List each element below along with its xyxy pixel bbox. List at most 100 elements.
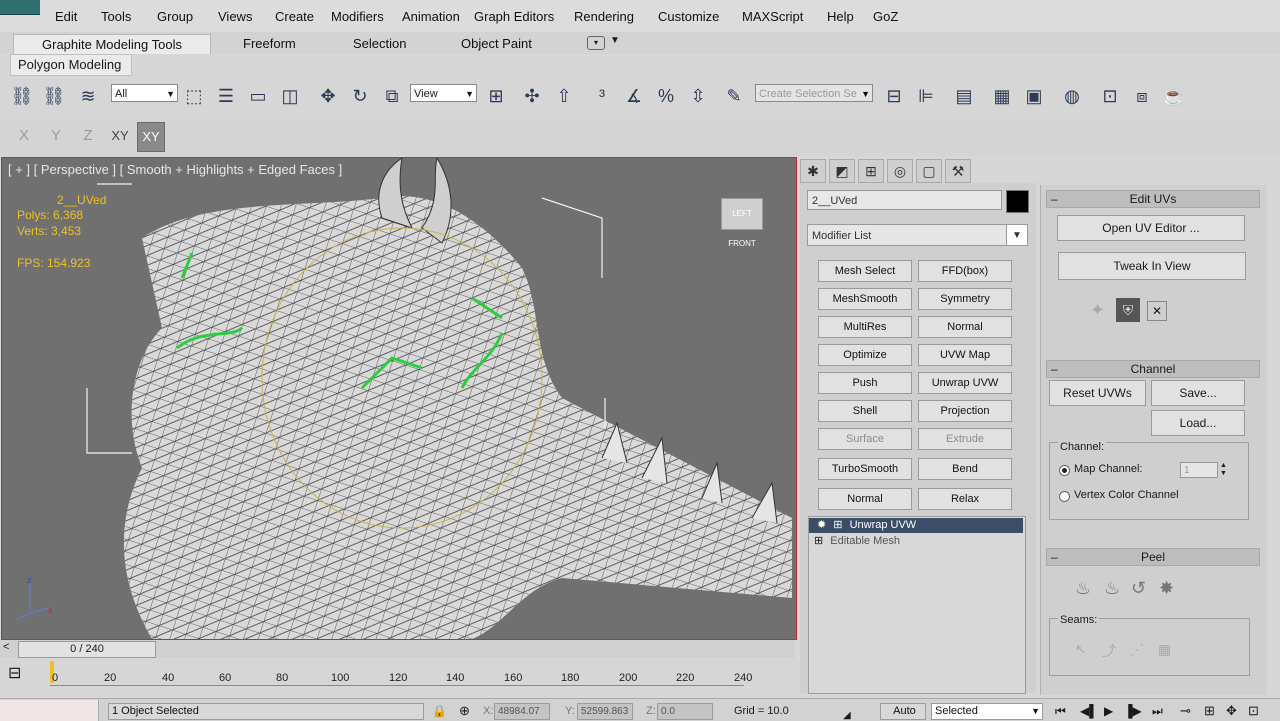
render-setup-icon[interactable]: ⊡ xyxy=(1098,84,1122,108)
align-icon[interactable]: ⊫ xyxy=(914,84,938,108)
mod-surface-button[interactable]: Surface xyxy=(818,428,912,450)
bind-space-warp-icon[interactable]: ≋ xyxy=(76,84,100,108)
stack-item-editable-mesh[interactable]: ⊞ Editable Mesh xyxy=(809,534,1023,549)
menu-maxscript[interactable]: MAXScript xyxy=(742,9,803,24)
selection-filter-dropdown[interactable]: All ▼ xyxy=(111,84,178,102)
peel-rollout-header[interactable]: – Peel xyxy=(1046,548,1260,566)
auto-key-button[interactable]: Auto xyxy=(880,703,926,720)
object-color-swatch[interactable] xyxy=(1006,190,1029,213)
seam-sel-icon[interactable]: ⋰ xyxy=(1130,641,1144,658)
spinner-arrows-icon[interactable]: ▲ ▼ xyxy=(1220,462,1227,478)
perspective-viewport[interactable]: z x [ + ] [ Perspective ] [ Smooth + Hig… xyxy=(1,157,797,640)
channel-rollout-header[interactable]: – Channel xyxy=(1046,360,1260,378)
mod-multires-button[interactable]: MultiRes xyxy=(818,316,912,338)
mod-mesh-select-button[interactable]: Mesh Select xyxy=(818,260,912,282)
keyboard-shortcut-icon[interactable]: ⇧ xyxy=(552,84,576,108)
x-coordinate-field[interactable]: 48984.07 xyxy=(494,703,550,720)
tab-object-paint[interactable]: Object Paint xyxy=(433,34,560,53)
mod-ffd-box-button[interactable]: FFD(box) xyxy=(918,260,1012,282)
mod-meshsmooth-button[interactable]: MeshSmooth xyxy=(818,288,912,310)
z-coordinate-field[interactable]: 0.0 xyxy=(657,703,713,720)
utilities-tab-icon[interactable]: ⚒ xyxy=(945,159,971,183)
motion-tab-icon[interactable]: ◎ xyxy=(887,159,913,183)
rendered-frame-icon[interactable]: ⧈ xyxy=(1130,84,1154,108)
reset-uvws-button[interactable]: Reset UVWs xyxy=(1049,380,1146,406)
mini-curve-editor-icon[interactable]: ⊟ xyxy=(8,663,21,683)
mod-normal-button[interactable]: Normal xyxy=(918,316,1012,338)
scale-icon[interactable]: ⧉ xyxy=(380,84,404,108)
spinner-snap-icon[interactable]: ⇳ xyxy=(686,84,710,108)
peel-mode-icon[interactable]: ♨ xyxy=(1104,578,1120,599)
mod-relax-button[interactable]: Relax xyxy=(918,488,1012,510)
edge-sel-to-seam-icon[interactable]: ⤴ xyxy=(1102,641,1116,661)
orbit-icon[interactable]: ⊡ xyxy=(1248,703,1259,719)
close-icon[interactable]: ✕ xyxy=(1147,301,1167,321)
mod-bend-button[interactable]: Bend xyxy=(918,458,1012,480)
mod-normal-button-2[interactable]: Normal xyxy=(818,488,912,510)
select-object-icon[interactable]: ⬚ xyxy=(182,84,206,108)
schematic-view-icon[interactable]: ▣ xyxy=(1022,84,1046,108)
reference-coordinate-dropdown[interactable]: View ▼ xyxy=(410,84,477,102)
key-icon[interactable]: ◢ xyxy=(843,710,851,721)
lock-icon[interactable]: 🔒 xyxy=(432,704,447,718)
time-slider-thumb[interactable]: 0 / 240 xyxy=(18,641,156,658)
menu-edit[interactable]: Edit xyxy=(55,9,77,24)
viewport-label[interactable]: [ + ] [ Perspective ] [ Smooth + Highlig… xyxy=(8,162,342,177)
select-by-name-icon[interactable]: ☰ xyxy=(214,84,238,108)
layer-manager-icon[interactable]: ▤ xyxy=(952,84,976,108)
mod-optimize-button[interactable]: Optimize xyxy=(818,344,912,366)
lightbulb-icon[interactable]: ✹ xyxy=(817,519,826,531)
prev-frame-arrow-icon[interactable]: < xyxy=(3,641,9,653)
curve-editor-icon[interactable]: ▦ xyxy=(990,84,1014,108)
quick-peel-icon[interactable]: ♨ xyxy=(1075,578,1091,599)
y-coordinate-field[interactable]: 52599.863 xyxy=(577,703,633,720)
pivot-center-icon[interactable]: ⊞ xyxy=(484,84,508,108)
mod-projection-button[interactable]: Projection xyxy=(918,400,1012,422)
menu-group[interactable]: Group xyxy=(157,9,193,24)
load-button[interactable]: Load... xyxy=(1151,410,1245,436)
expand-icon[interactable]: ⊞ xyxy=(814,535,823,547)
menu-create[interactable]: Create xyxy=(275,9,314,24)
maxscript-listener[interactable] xyxy=(0,700,99,721)
open-uv-editor-button[interactable]: Open UV Editor ... xyxy=(1057,215,1245,241)
display-tab-icon[interactable]: ▢ xyxy=(916,159,942,183)
key-filter-dropdown[interactable]: Selected ▼ xyxy=(931,703,1043,720)
menu-rendering[interactable]: Rendering xyxy=(574,9,634,24)
zoom-extents-icon[interactable]: ⊞ xyxy=(1204,703,1215,719)
create-tab-icon[interactable]: ✱ xyxy=(800,159,826,183)
percent-snap-icon[interactable]: % xyxy=(654,84,678,108)
view-cube[interactable]: LEFT FRONT xyxy=(721,198,763,248)
undo-icon[interactable]: ⛓ xyxy=(10,84,34,108)
map-channel-spinner[interactable]: 1 xyxy=(1180,462,1218,478)
mirror-icon[interactable]: ⊟ xyxy=(882,84,906,108)
move-icon[interactable]: ✥ xyxy=(316,84,340,108)
modifier-list-dropdown[interactable]: Modifier List ▼ xyxy=(807,224,1028,246)
named-selection-sets-dropdown[interactable]: Create Selection Se ▼ xyxy=(755,84,873,102)
mod-extrude-button[interactable]: Extrude xyxy=(918,428,1012,450)
hierarchy-tab-icon[interactable]: ⊞ xyxy=(858,159,884,183)
play-icon[interactable]: ▶ xyxy=(1104,704,1113,718)
stack-item-unwrap-uvw[interactable]: ✹ ⊞ Unwrap UVW xyxy=(809,518,1023,533)
menu-views[interactable]: Views xyxy=(218,9,252,24)
window-crossing-icon[interactable]: ◫ xyxy=(278,84,302,108)
tab-graphite-modeling-tools[interactable]: Graphite Modeling Tools xyxy=(13,34,211,54)
previous-frame-icon[interactable]: ◀▌ xyxy=(1080,704,1098,718)
tweak-in-view-button[interactable]: Tweak In View xyxy=(1058,252,1246,280)
rotate-icon[interactable]: ↻ xyxy=(348,84,372,108)
pins-icon[interactable]: ✸ xyxy=(1159,578,1174,599)
snap-3d-icon[interactable]: ³ xyxy=(590,84,614,108)
edit-uvs-rollout-header[interactable]: – Edit UVs xyxy=(1046,190,1260,208)
axis-xy-button[interactable]: XY xyxy=(107,122,133,150)
ribbon-subtab[interactable]: Polygon Modeling xyxy=(10,54,132,76)
mod-uvw-map-button[interactable]: UVW Map xyxy=(918,344,1012,366)
select-manipulate-icon[interactable]: ✣ xyxy=(520,84,544,108)
menu-customize[interactable]: Customize xyxy=(658,9,719,24)
vertex-color-radio[interactable] xyxy=(1059,491,1070,502)
reset-peel-icon[interactable]: ↺ xyxy=(1131,578,1146,599)
unlink-icon[interactable]: ⛓ xyxy=(42,84,66,108)
go-to-end-icon[interactable]: ⏭ xyxy=(1152,704,1163,719)
axis-xy-cycle-button[interactable]: XY xyxy=(137,122,165,152)
point-to-point-seam-icon[interactable]: ↖ xyxy=(1075,641,1087,658)
tab-selection[interactable]: Selection xyxy=(325,34,434,53)
rect-selection-icon[interactable]: ▭ xyxy=(246,84,270,108)
